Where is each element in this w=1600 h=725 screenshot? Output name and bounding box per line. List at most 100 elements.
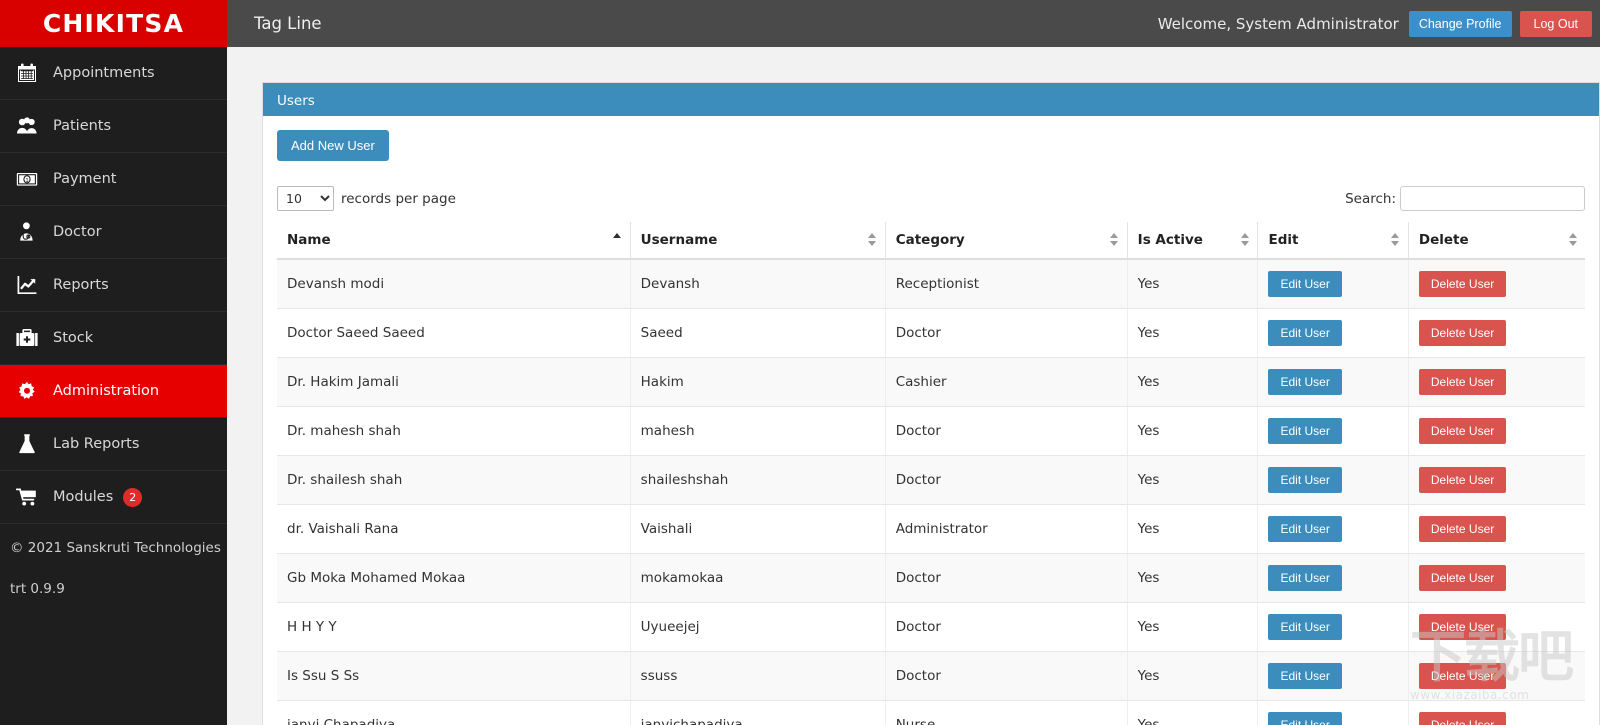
edit-user-button[interactable]: Edit User <box>1268 565 1342 591</box>
cell-active: Yes <box>1127 700 1259 725</box>
logout-button[interactable]: Log Out <box>1519 10 1592 37</box>
edit-user-button[interactable]: Edit User <box>1268 418 1342 444</box>
cell-edit: Edit User <box>1257 357 1409 407</box>
edit-user-button[interactable]: Edit User <box>1268 467 1342 493</box>
sidebar-item-doctor[interactable]: Doctor <box>0 206 227 259</box>
cell-username: Devansh <box>630 259 886 309</box>
gear-icon <box>12 378 42 404</box>
cell-edit: Edit User <box>1257 602 1409 652</box>
delete-user-button[interactable]: Delete User <box>1418 516 1507 542</box>
edit-user-button[interactable]: Edit User <box>1268 271 1342 297</box>
sort-icon <box>1110 233 1119 247</box>
sidebar-item-label: Modules <box>53 489 114 505</box>
cell-active: Yes <box>1127 651 1259 701</box>
edit-user-button[interactable]: Edit User <box>1268 663 1342 689</box>
delete-user-button[interactable]: Delete User <box>1418 712 1507 725</box>
delete-user-button[interactable]: Delete User <box>1418 369 1507 395</box>
column-header-category[interactable]: Category <box>885 222 1128 260</box>
table-row: janvi Chapadiya janvichapadiya Nurse Yes Edi… <box>277 700 1585 725</box>
records-per-page-select[interactable]: 102550100 <box>277 186 334 211</box>
cell-category: Receptionist <box>885 259 1128 309</box>
cell-delete: Delete User <box>1408 308 1585 358</box>
delete-user-button[interactable]: Delete User <box>1418 320 1507 346</box>
brand-logo[interactable]: CHIKITSA <box>0 0 227 47</box>
column-header-name[interactable]: Name <box>277 222 631 260</box>
table-row: H H Y Y Uyueejej Doctor Yes Edit User Delete … <box>277 602 1585 652</box>
column-header-is-active[interactable]: Is Active <box>1127 222 1259 260</box>
add-new-user-button[interactable]: Add New User <box>277 130 389 161</box>
cell-delete: Delete User <box>1408 406 1585 456</box>
cell-category: Doctor <box>885 455 1128 505</box>
cell-name: Gb Moka Mohamed Mokaa <box>277 553 631 603</box>
cell-category: Administrator <box>885 504 1128 554</box>
cell-edit: Edit User <box>1257 259 1409 309</box>
cell-username: shaileshshah <box>630 455 886 505</box>
search-area: Search: <box>1345 186 1585 211</box>
sidebar-item-appointments[interactable]: Appointments <box>0 47 227 100</box>
cell-delete: Delete User <box>1408 700 1585 725</box>
delete-user-button[interactable]: Delete User <box>1418 663 1507 689</box>
table-header-row: Name Username Category Is Active Edit Delete <box>277 222 1585 260</box>
cell-delete: Delete User <box>1408 259 1585 309</box>
sidebar-item-label: Reports <box>53 277 109 293</box>
delete-user-button[interactable]: Delete User <box>1418 418 1507 444</box>
cell-active: Yes <box>1127 259 1259 309</box>
sidebar-item-reports[interactable]: Reports <box>0 259 227 312</box>
sidebar-item-payment[interactable]: 1 Payment <box>0 153 227 206</box>
search-label: Search: <box>1345 190 1396 207</box>
sidebar-nav: Appointments Patients 1 Payment Doctor Report… <box>0 47 227 524</box>
edit-user-button[interactable]: Edit User <box>1268 614 1342 640</box>
main-content: Users Add New User 102550100 records per… <box>227 47 1600 725</box>
topbar-right: Welcome, System Administrator Change Pro… <box>1157 10 1600 37</box>
sidebar-item-label: Lab Reports <box>53 436 140 452</box>
table-row: Doctor Saeed Saeed Saeed Doctor Yes Edit Use… <box>277 308 1585 358</box>
change-profile-button[interactable]: Change Profile <box>1408 10 1512 37</box>
edit-user-button[interactable]: Edit User <box>1268 320 1342 346</box>
delete-user-button[interactable]: Delete User <box>1418 614 1507 640</box>
edit-user-button[interactable]: Edit User <box>1268 369 1342 395</box>
delete-user-button[interactable]: Delete User <box>1418 271 1507 297</box>
welcome-text: Welcome, System Administrator <box>1157 14 1399 33</box>
chart-line-icon <box>12 272 42 298</box>
delete-user-button[interactable]: Delete User <box>1418 565 1507 591</box>
cell-username: Saeed <box>630 308 886 358</box>
cell-name: H H Y Y <box>277 602 631 652</box>
cell-username: Hakim <box>630 357 886 407</box>
sidebar-item-modules[interactable]: Modules 2 <box>0 471 227 524</box>
cell-active: Yes <box>1127 602 1259 652</box>
cell-active: Yes <box>1127 455 1259 505</box>
cell-name: Is Ssu S Ss <box>277 651 631 701</box>
cell-edit: Edit User <box>1257 553 1409 603</box>
edit-user-button[interactable]: Edit User <box>1268 712 1342 725</box>
sidebar-item-label: Administration <box>53 383 160 399</box>
sidebar-item-stock[interactable]: Stock <box>0 312 227 365</box>
sidebar-item-patients[interactable]: Patients <box>0 100 227 153</box>
sidebar-item-label: Patients <box>53 118 112 134</box>
sidebar-item-lab-reports[interactable]: Lab Reports <box>0 418 227 471</box>
column-header-edit[interactable]: Edit <box>1257 222 1409 260</box>
table-row: Gb Moka Mohamed Mokaa mokamokaa Doctor Yes E… <box>277 553 1585 603</box>
cell-delete: Delete User <box>1408 455 1585 505</box>
search-input[interactable] <box>1400 186 1585 211</box>
cell-username: mokamokaa <box>630 553 886 603</box>
table-row: Dr. Hakim Jamali Hakim Cashier Yes Edit User… <box>277 357 1585 407</box>
table-row: dr. Vaishali Rana Vaishali Administrator Ye… <box>277 504 1585 554</box>
column-header-delete[interactable]: Delete <box>1408 222 1585 260</box>
cell-active: Yes <box>1127 357 1259 407</box>
cell-name: Dr. Hakim Jamali <box>277 357 631 407</box>
sort-icon <box>1568 233 1577 247</box>
users-table: Name Username Category Is Active Edit Delete … <box>277 222 1585 725</box>
cell-category: Nurse <box>885 700 1128 725</box>
cell-active: Yes <box>1127 406 1259 456</box>
delete-user-button[interactable]: Delete User <box>1418 467 1507 493</box>
edit-user-button[interactable]: Edit User <box>1268 516 1342 542</box>
column-header-label: Category <box>895 232 965 248</box>
sidebar-item-badge: 2 <box>123 487 143 507</box>
sidebar-item-administration[interactable]: Administration <box>0 365 227 418</box>
column-header-label: Edit <box>1268 232 1299 248</box>
column-header-label: Name <box>287 232 331 248</box>
topbar: Tag Line Welcome, System Administrator C… <box>227 0 1600 47</box>
cell-category: Doctor <box>885 553 1128 603</box>
cell-edit: Edit User <box>1257 308 1409 358</box>
column-header-username[interactable]: Username <box>630 222 886 260</box>
